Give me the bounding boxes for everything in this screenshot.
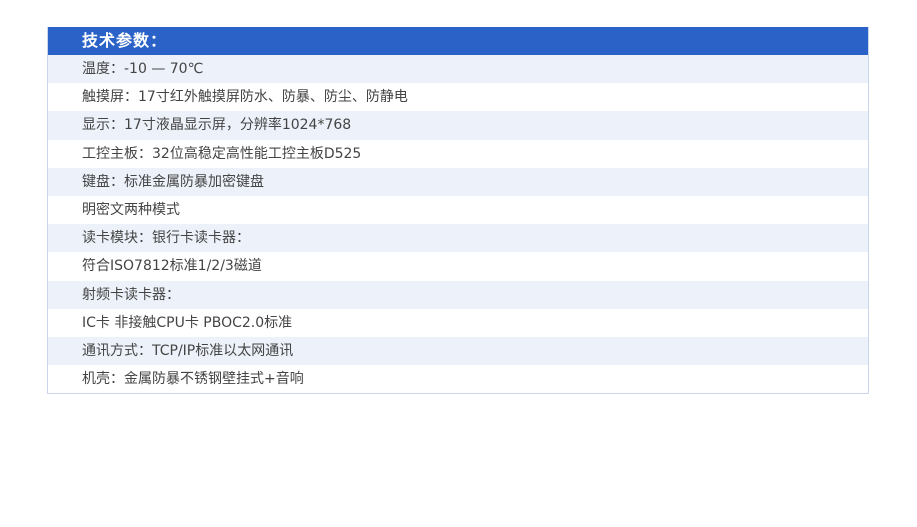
spec-row-communication: 通讯方式：TCP/IP标准以太网通讯	[48, 336, 868, 366]
spec-row-casing: 机壳：金属防暴不锈钢壁挂式+音响	[48, 365, 868, 394]
spec-row-iso-standard: 符合ISO7812标准1/2/3磁道	[48, 252, 868, 281]
spec-table: 技术参数： 温度：-10 — 70℃ 触摸屏：17寸红外触摸屏防水、防暴、防尘、…	[47, 27, 869, 395]
spec-row-keyboard: 键盘：标准金属防暴加密键盘	[48, 167, 868, 196]
spec-row-ic-card: IC卡 非接触CPU卡 PBOC2.0标准	[48, 308, 868, 337]
spec-row-keyboard-modes: 明密文两种模式	[48, 195, 868, 225]
spec-row-card-module: 读卡模块：银行卡读卡器：	[48, 224, 868, 253]
spec-row-touchscreen: 触摸屏：17寸红外触摸屏防水、防暴、防尘、防静电	[48, 83, 868, 112]
spec-row-display: 显示：17寸液晶显示屏，分辨率1024*768	[48, 111, 868, 140]
spec-title: 技术参数：	[48, 27, 868, 55]
spec-row-rf-reader: 射频卡读卡器：	[48, 280, 868, 309]
spec-row-temperature: 温度：-10 — 70℃	[48, 55, 868, 84]
spec-row-mainboard: 工控主板：32位高稳定高性能工控主板D525	[48, 139, 868, 168]
